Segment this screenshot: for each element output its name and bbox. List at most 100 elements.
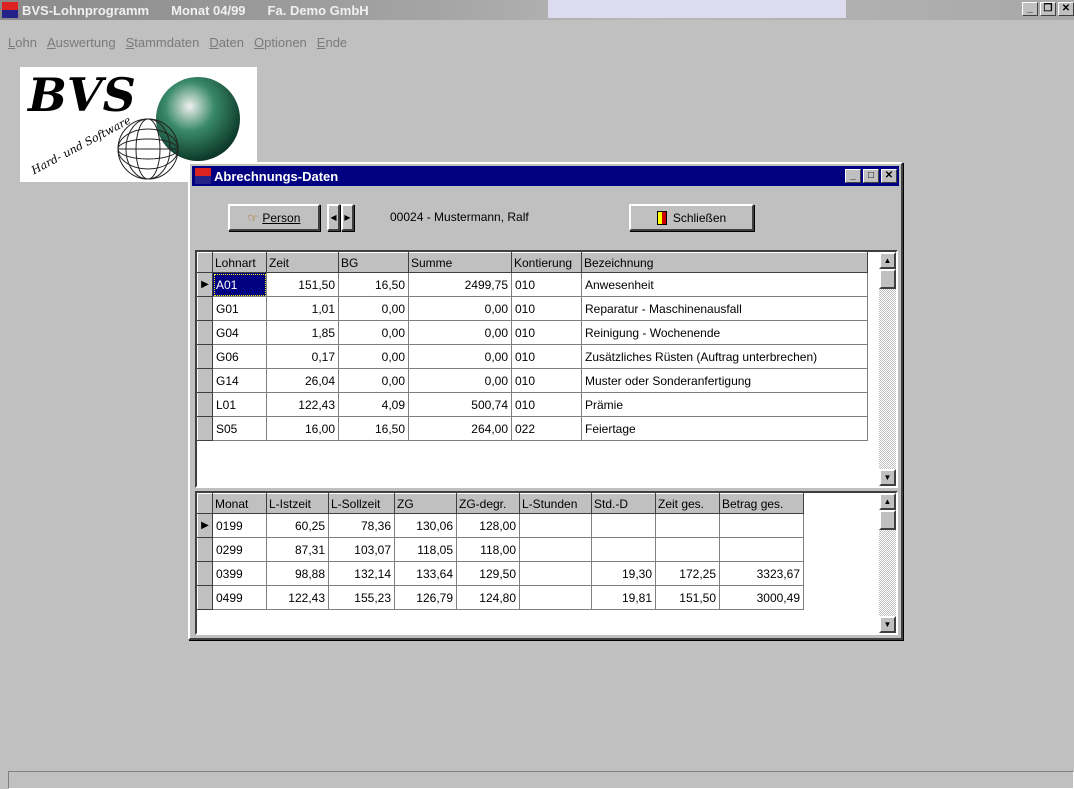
close-button[interactable]: Schließen — [629, 204, 754, 231]
next-person-button[interactable]: ▶ — [341, 204, 354, 231]
table-cell[interactable]: 151,50 — [655, 585, 720, 610]
table-cell[interactable]: 87,31 — [266, 537, 329, 562]
table-cell[interactable]: 0,00 — [408, 296, 512, 321]
table-cell[interactable]: 129,50 — [456, 561, 520, 586]
menu-daten[interactable]: Daten — [204, 35, 249, 50]
table-cell[interactable] — [519, 561, 592, 586]
table-cell[interactable]: 010 — [511, 320, 582, 345]
table-cell[interactable] — [519, 537, 592, 562]
row-indicator[interactable] — [197, 320, 213, 345]
table-cell[interactable]: 010 — [511, 392, 582, 417]
table-cell[interactable]: 4,09 — [338, 392, 409, 417]
table-cell[interactable] — [719, 513, 804, 538]
column-header[interactable]: Lohnart — [212, 252, 267, 273]
column-header[interactable]: L-Stunden — [519, 493, 592, 514]
table-cell[interactable]: G06 — [212, 344, 267, 369]
table-cell[interactable]: 0,00 — [338, 320, 409, 345]
column-header[interactable]: Std.-D — [591, 493, 656, 514]
monats-grid[interactable]: Monat L-Istzeit L-Sollzeit ZG ZG-degr. L… — [195, 491, 898, 635]
column-header[interactable]: Zeit — [266, 252, 339, 273]
table-cell[interactable]: 78,36 — [328, 513, 395, 538]
table-cell[interactable]: A01 — [212, 272, 267, 297]
table-cell[interactable]: 118,05 — [394, 537, 457, 562]
column-header[interactable]: Summe — [408, 252, 512, 273]
table-cell[interactable]: Zusätzliches Rüsten (Auftrag unterbreche… — [581, 344, 868, 369]
row-indicator[interactable] — [197, 561, 213, 586]
table-cell[interactable]: 98,88 — [266, 561, 329, 586]
table-cell[interactable] — [655, 513, 720, 538]
lohnarten-scrollbar[interactable]: ▲ ▼ — [879, 252, 896, 486]
table-cell[interactable] — [719, 537, 804, 562]
table-cell[interactable]: 1,85 — [266, 320, 339, 345]
row-indicator[interactable] — [197, 585, 213, 610]
table-cell[interactable]: 022 — [511, 416, 582, 441]
column-header[interactable]: BG — [338, 252, 409, 273]
table-cell[interactable]: 19,30 — [591, 561, 656, 586]
table-cell[interactable]: G01 — [212, 296, 267, 321]
table-cell[interactable]: Reinigung - Wochenende — [581, 320, 868, 345]
table-cell[interactable]: 16,50 — [338, 416, 409, 441]
table-row[interactable]: 0299 87,31 103,07 118,05 118,00 — [197, 537, 804, 562]
app-icon[interactable] — [2, 2, 18, 18]
table-cell[interactable]: 126,79 — [394, 585, 457, 610]
table-cell[interactable]: 0399 — [212, 561, 267, 586]
table-cell[interactable]: 3323,67 — [719, 561, 804, 586]
table-cell[interactable]: 133,64 — [394, 561, 457, 586]
menu-stammdaten[interactable]: Stammdaten — [121, 35, 205, 50]
table-cell[interactable]: 122,43 — [266, 392, 339, 417]
row-indicator[interactable] — [197, 344, 213, 369]
column-header[interactable]: Monat — [212, 493, 267, 514]
table-cell[interactable]: 122,43 — [266, 585, 329, 610]
table-row[interactable]: G14 26,04 0,00 0,00 010 Muster oder Sonderanf… — [197, 368, 868, 393]
table-cell[interactable]: 172,25 — [655, 561, 720, 586]
column-header[interactable]: ZG-degr. — [456, 493, 520, 514]
table-cell[interactable]: 0,00 — [408, 368, 512, 393]
table-cell[interactable]: 0,00 — [338, 296, 409, 321]
table-cell[interactable]: 3000,49 — [719, 585, 804, 610]
table-cell[interactable]: 132,14 — [328, 561, 395, 586]
table-cell[interactable]: 103,07 — [328, 537, 395, 562]
table-row[interactable]: ▶ A01 151,50 16,50 2499,75 010 Anwesenheit — [197, 272, 868, 297]
table-cell[interactable] — [519, 585, 592, 610]
dialog-close-icon[interactable]: ✕ — [881, 169, 897, 183]
row-indicator[interactable] — [197, 416, 213, 441]
column-header[interactable]: Betrag ges. — [719, 493, 804, 514]
table-cell[interactable]: 60,25 — [266, 513, 329, 538]
scroll-up-icon[interactable]: ▲ — [879, 252, 896, 269]
row-indicator[interactable] — [197, 368, 213, 393]
scroll-down-icon[interactable]: ▼ — [879, 469, 896, 486]
column-header[interactable]: Kontierung — [511, 252, 582, 273]
table-cell[interactable]: S05 — [212, 416, 267, 441]
table-row[interactable]: 0499 122,43 155,23 126,79 124,80 19,81 151,50 3… — [197, 585, 804, 610]
table-cell[interactable] — [591, 513, 656, 538]
table-cell[interactable]: 130,06 — [394, 513, 457, 538]
table-row[interactable]: ▶ 0199 60,25 78,36 130,06 128,00 — [197, 513, 804, 538]
restore-icon[interactable]: ❐ — [1040, 2, 1056, 16]
table-row[interactable]: L01 122,43 4,09 500,74 010 Prämie — [197, 392, 868, 417]
table-cell[interactable]: 010 — [511, 272, 582, 297]
table-cell[interactable]: 0299 — [212, 537, 267, 562]
table-cell[interactable]: 0,00 — [408, 344, 512, 369]
table-cell[interactable]: Anwesenheit — [581, 272, 868, 297]
current-row-indicator-icon[interactable]: ▶ — [197, 272, 213, 297]
table-cell[interactable] — [655, 537, 720, 562]
scroll-up-icon[interactable]: ▲ — [879, 493, 896, 510]
table-cell[interactable]: 500,74 — [408, 392, 512, 417]
table-row[interactable]: G01 1,01 0,00 0,00 010 Reparatur - Maschinena… — [197, 296, 868, 321]
minimize-icon[interactable]: _ — [1022, 2, 1038, 16]
table-cell[interactable]: 26,04 — [266, 368, 339, 393]
table-cell[interactable]: Feiertage — [581, 416, 868, 441]
scroll-thumb[interactable] — [879, 510, 896, 530]
lohnarten-grid[interactable]: Lohnart Zeit BG Summe Kontierung Bezeich… — [195, 250, 898, 488]
table-cell[interactable]: 264,00 — [408, 416, 512, 441]
table-cell[interactable]: 0499 — [212, 585, 267, 610]
table-cell[interactable] — [519, 513, 592, 538]
table-cell[interactable]: 010 — [511, 344, 582, 369]
previous-person-button[interactable]: ◀ — [327, 204, 340, 231]
table-cell[interactable]: Prämie — [581, 392, 868, 417]
table-cell[interactable]: G14 — [212, 368, 267, 393]
person-button[interactable]: ☞ Person — [228, 204, 320, 231]
table-row[interactable]: S05 16,00 16,50 264,00 022 Feiertage — [197, 416, 868, 441]
close-icon[interactable]: ✕ — [1058, 2, 1074, 16]
column-header[interactable]: Bezeichnung — [581, 252, 868, 273]
